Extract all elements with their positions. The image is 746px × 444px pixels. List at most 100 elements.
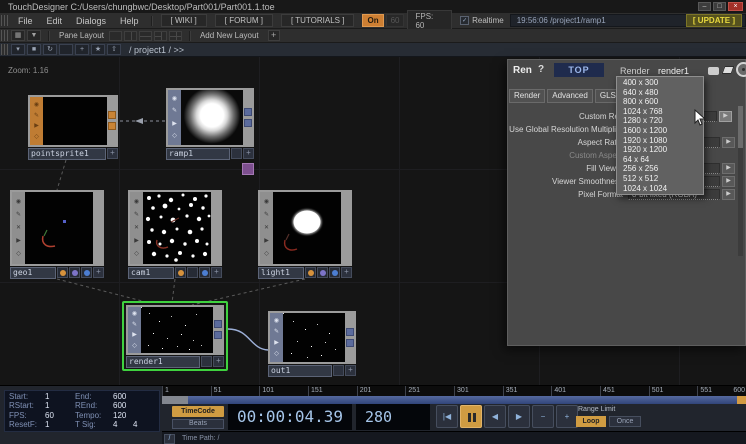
- node-output-strip[interactable]: [213, 307, 222, 353]
- timecode-mode-button[interactable]: TimeCode: [172, 406, 224, 417]
- material-dot[interactable]: [175, 267, 186, 278]
- menu-item[interactable]: 800 x 600: [617, 97, 703, 107]
- step-forward-button[interactable]: +: [556, 405, 578, 428]
- node-name[interactable]: render1: [126, 356, 200, 368]
- tab-render[interactable]: Render: [509, 89, 545, 103]
- render-flag-icon[interactable]: ▶: [264, 238, 269, 244]
- node-body[interactable]: ◉ ✎ ▶ ◇: [268, 311, 356, 364]
- wiki-button[interactable]: [ WIKI ]: [161, 14, 207, 27]
- pick-flag-icon[interactable]: ◇: [132, 343, 137, 349]
- menu-edit[interactable]: Edit: [39, 16, 69, 26]
- pane-preset-split-v[interactable]: [124, 31, 137, 41]
- output-connector[interactable]: [346, 339, 354, 347]
- edit-flag-icon[interactable]: ✎: [132, 322, 137, 328]
- display-dot[interactable]: [69, 267, 80, 278]
- node-flags[interactable]: ◉ ✎ ▶ ◇: [30, 97, 43, 145]
- input-arrow-icon[interactable]: ▶: [172, 121, 177, 127]
- fps-limit-toggle[interactable]: On: [362, 14, 383, 27]
- history-icon[interactable]: [59, 44, 73, 55]
- render-dot[interactable]: [329, 267, 340, 278]
- node-flags[interactable]: ◉ ✎ ▶ ◇: [128, 307, 141, 353]
- edit-flag-icon[interactable]: ✎: [264, 212, 269, 218]
- node-viewer[interactable]: [273, 192, 341, 264]
- node-comment-button[interactable]: +: [243, 148, 254, 159]
- comment-icon[interactable]: [708, 67, 719, 75]
- display-dot[interactable]: [187, 267, 198, 278]
- menu-arrow-icon[interactable]: ▶: [722, 137, 735, 148]
- layout-grid-icon[interactable]: ▦: [11, 30, 25, 41]
- output-connector[interactable]: [244, 108, 252, 116]
- render-dot[interactable]: [81, 267, 92, 278]
- language-badge-icon[interactable]: [242, 163, 254, 175]
- node-flags[interactable]: ◉ ✎ ▶ ◇: [168, 90, 181, 145]
- pane-handle[interactable]: [1, 15, 8, 26]
- node-comment-button[interactable]: +: [93, 267, 104, 278]
- layout-dropdown-icon[interactable]: ▼: [27, 30, 41, 41]
- pane-handle[interactable]: [1, 30, 8, 41]
- bypass-flag-icon[interactable]: ✕: [16, 225, 21, 231]
- refresh-icon[interactable]: ↻: [43, 44, 57, 55]
- range-end-marker[interactable]: [737, 396, 746, 404]
- node-flags[interactable]: ◉ ✎ ✕ ▶ ◇: [12, 192, 25, 264]
- edit-flag-icon[interactable]: ✎: [16, 212, 21, 218]
- viewer-flag-icon[interactable]: ◉: [16, 199, 21, 205]
- node-pointsprite1[interactable]: ◉ ✎ ▶ ◇ pointsprite1 +: [28, 95, 118, 160]
- render-flag-icon[interactable]: ▶: [134, 238, 139, 244]
- node-flag-button[interactable]: [201, 356, 212, 367]
- node-name[interactable]: cam1: [128, 267, 174, 279]
- menu-item[interactable]: 1920 x 1200: [617, 145, 703, 155]
- beats-mode-button[interactable]: Beats: [172, 419, 224, 429]
- node-flags[interactable]: ◉ ✎ ▶ ◇: [270, 313, 283, 362]
- node-flags[interactable]: ◉ ✎ ✕ ▶ ◇: [130, 192, 143, 264]
- menu-arrow-icon[interactable]: ▶: [722, 189, 735, 200]
- panel-scrollbar[interactable]: [738, 106, 743, 256]
- viewer-flag-icon[interactable]: ◉: [132, 311, 137, 317]
- node-viewer[interactable]: [141, 307, 213, 353]
- render-dot[interactable]: [199, 267, 210, 278]
- node-comment-button[interactable]: +: [211, 267, 222, 278]
- menu-help[interactable]: Help: [113, 16, 146, 26]
- node-body[interactable]: ◉ ✎ ✕ ▶ ◇: [10, 190, 104, 266]
- pane-menu-icon[interactable]: ▾: [11, 44, 25, 55]
- op-name-short[interactable]: Ren: [513, 65, 532, 76]
- render-flag-icon[interactable]: ▶: [34, 123, 39, 129]
- bookmark-icon[interactable]: ★: [91, 44, 105, 55]
- menu-item[interactable]: 1920 x 1080: [617, 136, 703, 146]
- frame-ruler[interactable]: 1 51 101 151 201 251 301 351 401 451 501…: [162, 386, 746, 396]
- menu-item[interactable]: 256 x 256: [617, 164, 703, 174]
- node-viewer[interactable]: [283, 313, 345, 362]
- op-node-name[interactable]: render1: [658, 66, 689, 76]
- node-output-strip[interactable]: [211, 192, 220, 264]
- play-reverse-button[interactable]: ◀: [484, 405, 506, 428]
- step-back-button[interactable]: −: [532, 405, 554, 428]
- node-output-strip[interactable]: [341, 192, 350, 264]
- node-comment-button[interactable]: +: [345, 365, 356, 376]
- pane-preset-single[interactable]: [109, 31, 122, 41]
- node-ramp1[interactable]: ◉ ✎ ▶ ◇ ramp1 +: [166, 88, 254, 160]
- node-name[interactable]: geo1: [10, 267, 56, 279]
- fps-value[interactable]: 60: [45, 412, 75, 420]
- viewer-flag-icon[interactable]: ◉: [274, 318, 279, 324]
- pause-button[interactable]: [460, 405, 482, 428]
- menu-item[interactable]: 64 x 64: [617, 155, 703, 165]
- rend-value[interactable]: 600: [113, 402, 126, 410]
- pick-flag-icon[interactable]: ◇: [172, 133, 177, 139]
- menu-dialogs[interactable]: Dialogs: [69, 16, 113, 26]
- resetf-value[interactable]: 1: [45, 421, 75, 429]
- tsig-numerator[interactable]: 4: [113, 421, 133, 429]
- menu-file[interactable]: File: [11, 16, 40, 26]
- menu-item[interactable]: 400 x 300: [617, 78, 703, 88]
- update-button[interactable]: [ UPDATE ]: [686, 14, 742, 27]
- node-geo1[interactable]: ◉ ✎ ✕ ▶ ◇ geo1: [10, 190, 104, 279]
- node-output-strip[interactable]: [93, 192, 102, 264]
- menu-item[interactable]: 1024 x 768: [617, 107, 703, 117]
- node-out1[interactable]: ◉ ✎ ▶ ◇ out1 +: [268, 311, 356, 377]
- output-connector[interactable]: [214, 320, 222, 328]
- add-icon[interactable]: +: [75, 44, 89, 55]
- menu-arrow-icon[interactable]: ▶: [722, 163, 735, 174]
- node-output-strip[interactable]: [107, 97, 116, 145]
- tempo-value[interactable]: 120: [113, 412, 126, 420]
- pick-flag-icon[interactable]: ◇: [16, 251, 21, 257]
- pick-flag-icon[interactable]: ◇: [264, 251, 269, 257]
- loop-button[interactable]: Loop: [576, 416, 606, 427]
